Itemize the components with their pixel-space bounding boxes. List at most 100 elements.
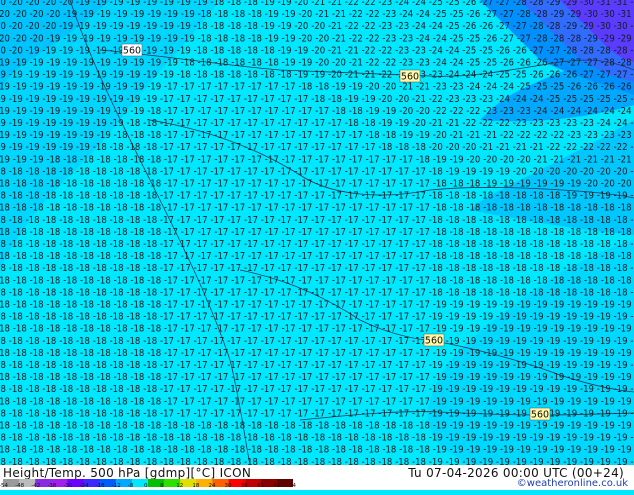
grid-value: -18	[500, 227, 514, 238]
grid-value: -19	[160, 0, 174, 8]
grid-value: -18	[9, 408, 23, 419]
grid-value: -18	[546, 239, 560, 250]
grid-value: -25	[517, 82, 531, 93]
grid-value: -17	[298, 154, 312, 165]
grid-value: -18	[59, 215, 73, 226]
grid-value: -22	[550, 130, 564, 141]
grid-value: -17	[265, 300, 279, 311]
grid-value: -17	[214, 251, 228, 262]
grid-value: -29	[601, 33, 615, 44]
grid-value: -17	[231, 348, 245, 359]
grid-value: -20	[483, 154, 497, 165]
grid-value: -17	[362, 384, 376, 395]
grid-value: -19	[466, 396, 480, 407]
grid-value: -17	[382, 203, 396, 214]
grid-value: -17	[164, 82, 178, 93]
grid-value: -18	[42, 166, 56, 177]
grid-value: -23	[479, 94, 493, 105]
grid-value: -18	[349, 106, 363, 117]
grid-value: -19	[0, 154, 10, 165]
grid-value: -18	[76, 191, 90, 202]
grid-value: -18	[126, 215, 140, 226]
grid-value: -18	[198, 9, 212, 20]
grid-value: -22	[362, 45, 376, 56]
grid-value: -28	[513, 0, 527, 8]
grid-value: -17	[378, 191, 392, 202]
grid-value: -23	[395, 21, 409, 32]
grid-value: -28	[534, 33, 548, 44]
grid-value: -18	[0, 239, 6, 250]
grid-value: -19	[563, 457, 577, 465]
grid-value: -18	[147, 227, 161, 238]
grid-value: -17	[298, 300, 312, 311]
grid-value: -19	[496, 408, 510, 419]
grid-value: -19	[446, 166, 460, 177]
grid-value: -19	[546, 433, 560, 444]
grid-value: -19	[550, 396, 564, 407]
grid-value: -18	[378, 142, 392, 153]
grid-value: -18	[9, 336, 23, 347]
grid-value: -19	[601, 372, 615, 383]
credit-link[interactable]: ©weatheronline.co.uk	[517, 478, 628, 489]
grid-value: -18	[382, 445, 396, 456]
grid-value: -18	[530, 263, 544, 274]
grid-value: -18	[214, 33, 228, 44]
grid-value: -23	[580, 118, 594, 129]
grid-value: -20	[500, 154, 514, 165]
grid-value: -17	[160, 94, 174, 105]
grid-value: -20	[530, 166, 544, 177]
grid-value: -17	[294, 94, 308, 105]
grid-value: -18	[30, 251, 44, 262]
grid-value: -17	[366, 324, 380, 335]
grid-value: -17	[164, 106, 178, 117]
grid-value: -19	[433, 445, 447, 456]
grid-value: -17	[328, 239, 342, 250]
grid-value: -17	[378, 336, 392, 347]
grid-value: -18	[483, 203, 497, 214]
grid-value: -26	[513, 45, 527, 56]
grid-value: -18	[0, 336, 6, 347]
grid-value: -19	[26, 94, 40, 105]
grid-value: -19	[517, 445, 531, 456]
grid-value: -18	[9, 384, 23, 395]
grid-value: -17	[395, 263, 409, 274]
grid-value: -19	[614, 384, 628, 395]
grid-value: -17	[315, 324, 329, 335]
grid-value: -17	[294, 287, 308, 298]
grid-value: -18	[311, 433, 325, 444]
grid-value: -17	[282, 154, 296, 165]
grid-value: -18	[433, 227, 447, 238]
grid-value: -27	[500, 9, 514, 20]
grid-value: -19	[143, 70, 157, 81]
grid-value: -18	[110, 457, 124, 465]
grid-value: -19	[429, 433, 443, 444]
grid-value: -17	[345, 239, 359, 250]
grid-value: -17	[315, 154, 329, 165]
grid-value: -17	[248, 275, 262, 286]
grid-value: -26	[483, 33, 497, 44]
grid-value: -17	[311, 166, 325, 177]
grid-value: -18	[26, 457, 40, 465]
grid-value: -19	[534, 396, 548, 407]
grid-value: -17	[349, 227, 363, 238]
grid-value: -17	[248, 396, 262, 407]
grid-value: -17	[416, 275, 430, 286]
grid-value: -17	[298, 130, 312, 141]
grid-value: -26	[530, 70, 544, 81]
grid-value: -17	[328, 336, 342, 347]
grid-value: -20	[399, 106, 413, 117]
grid-value: -18	[567, 227, 581, 238]
grid-value: -17	[294, 336, 308, 347]
grid-value: -18	[462, 263, 476, 274]
grid-value: -17	[332, 275, 346, 286]
grid-value: -17	[311, 142, 325, 153]
grid-value: -19	[97, 82, 111, 93]
grid-value: -18	[93, 191, 107, 202]
grid-value: -19	[110, 70, 124, 81]
weather-map[interactable]: -20-20-20-20-20-19-19-19-19-19-19-19-19-…	[0, 0, 634, 465]
grid-value: -17	[177, 360, 191, 371]
grid-value: -19	[550, 348, 564, 359]
grid-value: -18	[429, 215, 443, 226]
grid-value: -18	[513, 239, 527, 250]
grid-value: -19	[30, 154, 44, 165]
